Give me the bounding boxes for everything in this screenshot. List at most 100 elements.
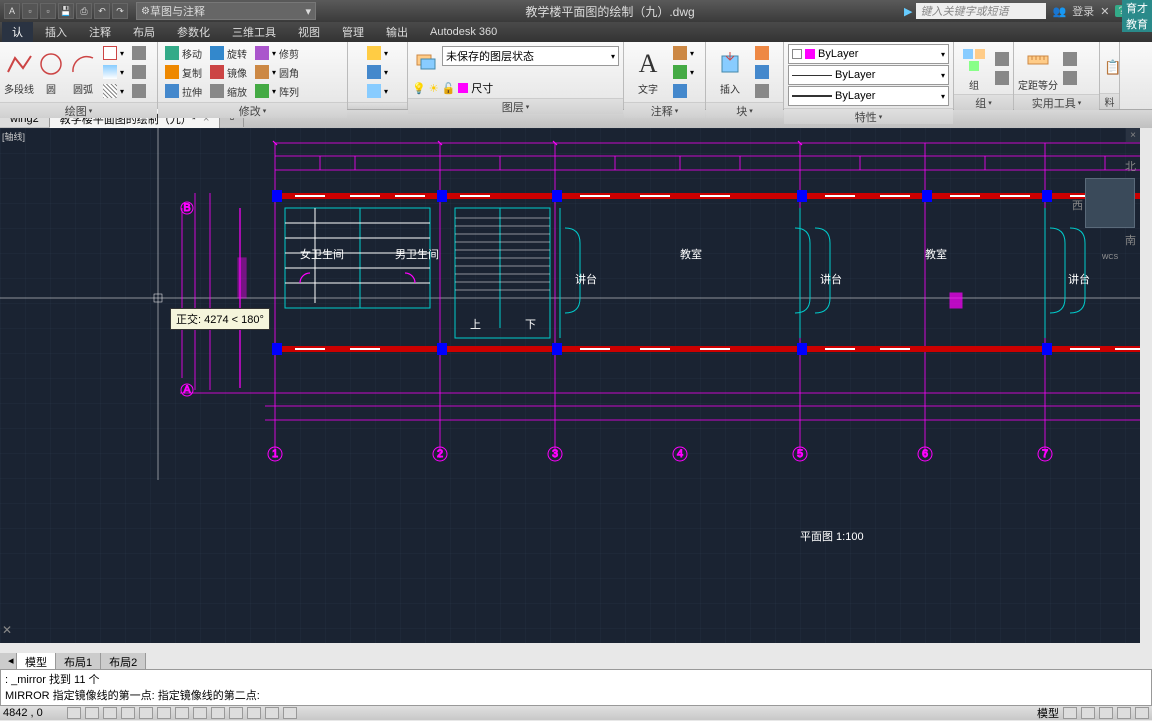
layout-nav-icon[interactable]: ◂ xyxy=(0,653,17,669)
layer-state-dropdown[interactable]: 未保存的图层状态▾ xyxy=(442,46,619,66)
ws-toggle-icon[interactable] xyxy=(283,707,297,719)
rotate-button[interactable]: 旋转 xyxy=(207,44,250,62)
tab-annotate[interactable]: 注释 xyxy=(79,22,121,42)
arc-button[interactable]: 圆弧 xyxy=(68,48,98,96)
osnap-toggle-icon[interactable] xyxy=(139,707,153,719)
grid-toggle-icon[interactable] xyxy=(85,707,99,719)
app-menu-icon[interactable]: A xyxy=(4,3,20,19)
lineweight-dropdown[interactable]: ByLayer▾ xyxy=(788,86,949,106)
color-dropdown[interactable]: ByLayer▾ xyxy=(788,44,949,64)
move-button[interactable]: 移动 xyxy=(162,44,205,62)
dyn-toggle-icon[interactable] xyxy=(175,707,189,719)
leader-icon[interactable]: ▾ xyxy=(670,63,697,81)
fillet-button[interactable]: ▾圆角 xyxy=(252,63,302,81)
calc-icon[interactable] xyxy=(1060,69,1080,87)
panel-util-title[interactable]: 实用工具▾ xyxy=(1014,94,1099,110)
text-button[interactable]: A文字 xyxy=(628,48,668,96)
region-icon[interactable] xyxy=(129,82,149,100)
point-icon[interactable] xyxy=(129,63,149,81)
trim-button[interactable]: ▾修剪 xyxy=(252,44,302,62)
hatch-icon[interactable]: ▾ xyxy=(100,82,127,100)
group-button[interactable]: 组 xyxy=(958,44,990,92)
print-icon[interactable]: ⎙ xyxy=(76,3,92,19)
stretch-button[interactable]: 拉伸 xyxy=(162,82,205,100)
layer-iso-icon[interactable]: ▾ xyxy=(364,44,391,62)
bulb-icon[interactable]: 💡 xyxy=(412,82,426,95)
exchange-icon[interactable]: ✕ xyxy=(1100,5,1109,18)
qp-toggle-icon[interactable] xyxy=(211,707,225,719)
undo-icon[interactable]: ↶ xyxy=(94,3,110,19)
play-icon[interactable]: ▶ xyxy=(904,5,912,18)
status-icon-3[interactable] xyxy=(1099,707,1113,719)
polar-toggle-icon[interactable] xyxy=(121,707,135,719)
layout2-tab[interactable]: 布局2 xyxy=(101,653,146,669)
sc-toggle-icon[interactable] xyxy=(229,707,243,719)
status-icon-1[interactable] xyxy=(1063,707,1077,719)
panel-group-title[interactable]: 组▾ xyxy=(954,94,1013,110)
panel-props-title[interactable]: 特性▾ xyxy=(784,108,953,124)
table-icon[interactable] xyxy=(670,82,697,100)
layout1-tab[interactable]: 布局1 xyxy=(56,653,101,669)
ortho-toggle-icon[interactable] xyxy=(103,707,117,719)
new-icon[interactable]: ▫ xyxy=(22,3,38,19)
command-line[interactable]: : _mirror 找到 11 个 MIRROR 指定镜像线的第一点: 指定镜像… xyxy=(0,669,1152,706)
tab-layout[interactable]: 布局 xyxy=(123,22,165,42)
canvas-close-x[interactable]: ✕ xyxy=(2,623,12,637)
dim-linear-icon[interactable]: ▾ xyxy=(670,44,697,62)
lock-icon[interactable]: 🔓 xyxy=(442,82,456,95)
otrack-toggle-icon[interactable] xyxy=(157,707,171,719)
circle-button[interactable]: 圆 xyxy=(36,48,66,96)
layer-off-icon[interactable]: ▾ xyxy=(364,63,391,81)
tab-3dtools[interactable]: 三维工具 xyxy=(222,22,286,42)
group-edit-icon[interactable] xyxy=(992,69,1012,87)
layer-freeze-icon[interactable]: ▾ xyxy=(364,82,391,100)
tab-view[interactable]: 视图 xyxy=(288,22,330,42)
linetype-dropdown[interactable]: ByLayer▾ xyxy=(788,65,949,85)
model-tab[interactable]: 模型 xyxy=(17,653,56,669)
search-input[interactable]: 键入关键字或短语 xyxy=(916,3,1046,19)
layer-props-button[interactable] xyxy=(412,46,440,78)
mirror-button[interactable]: 镜像 xyxy=(207,63,250,81)
ann-toggle-icon[interactable] xyxy=(265,707,279,719)
tab-default[interactable]: 认 xyxy=(2,22,33,42)
open-icon[interactable]: ▫ xyxy=(40,3,56,19)
status-icon-5[interactable] xyxy=(1135,707,1149,719)
scale-button[interactable]: 缩放 xyxy=(207,82,250,100)
array-button[interactable]: ▾阵列 xyxy=(252,82,302,100)
tab-output[interactable]: 输出 xyxy=(376,22,418,42)
view-cube[interactable]: 北 西 南 WCS xyxy=(1080,158,1140,248)
panel-block-title[interactable]: 块▾ xyxy=(706,102,783,118)
redo-icon[interactable]: ↷ xyxy=(112,3,128,19)
panel-annot-title[interactable]: 注释▾ xyxy=(624,102,705,118)
polyline-button[interactable]: 多段线 xyxy=(4,48,34,96)
panel-layer-title[interactable]: 图层▾ xyxy=(408,98,623,114)
login-button[interactable]: 登录 xyxy=(1072,3,1094,19)
tab-a360[interactable]: Autodesk 360 xyxy=(420,24,507,40)
ungroup-icon[interactable] xyxy=(992,50,1012,68)
model-space-label[interactable]: 模型 xyxy=(1037,705,1059,721)
rect-icon[interactable]: ▾ xyxy=(100,44,127,62)
attr-icon[interactable] xyxy=(752,82,772,100)
lwt-toggle-icon[interactable] xyxy=(193,707,207,719)
ellipse-icon[interactable] xyxy=(129,44,149,62)
clipboard-icon[interactable]: 📋 xyxy=(1104,59,1121,76)
status-icon-2[interactable] xyxy=(1081,707,1095,719)
status-icon-4[interactable] xyxy=(1117,707,1131,719)
tpy-toggle-icon[interactable] xyxy=(247,707,261,719)
tab-parametric[interactable]: 参数化 xyxy=(167,22,220,42)
panel-draw-title[interactable]: 绘图▾ xyxy=(0,102,157,118)
insert-button[interactable]: 插入 xyxy=(710,48,750,96)
copy-button[interactable]: 复制 xyxy=(162,63,205,81)
spline-icon[interactable]: ▾ xyxy=(100,63,127,81)
save-icon[interactable]: 💾 xyxy=(58,3,74,19)
tab-manage[interactable]: 管理 xyxy=(332,22,374,42)
tab-insert[interactable]: 插入 xyxy=(35,22,77,42)
workspace-dropdown[interactable]: ⚙ 草图与注释 ▾ xyxy=(136,2,316,20)
edit-block-icon[interactable] xyxy=(752,63,772,81)
panel-modify-title[interactable]: 修改▾ xyxy=(158,102,347,118)
canvas-close-icon[interactable]: × xyxy=(1126,128,1140,142)
sun-icon[interactable]: ☀ xyxy=(429,82,439,95)
select-icon[interactable] xyxy=(1060,50,1080,68)
snap-toggle-icon[interactable] xyxy=(67,707,81,719)
create-block-icon[interactable] xyxy=(752,44,772,62)
